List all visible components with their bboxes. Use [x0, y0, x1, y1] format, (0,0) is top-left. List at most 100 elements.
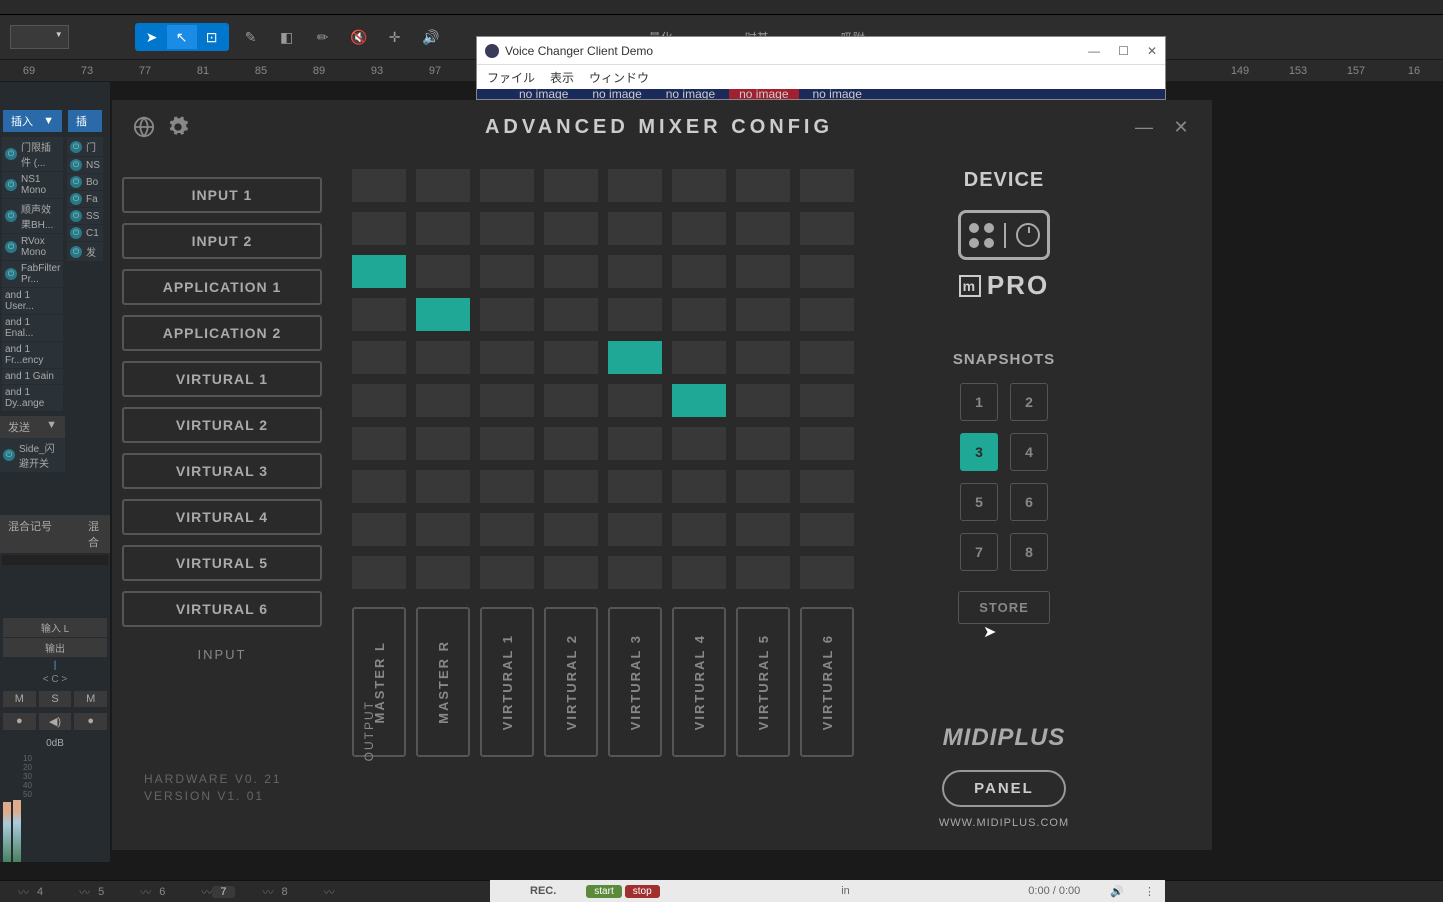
image-slot[interactable]: no image	[509, 89, 578, 99]
matrix-cell[interactable]	[352, 384, 406, 417]
matrix-cell[interactable]	[480, 470, 534, 503]
matrix-cell[interactable]	[800, 169, 854, 202]
record-button-b[interactable]: ●	[74, 713, 107, 730]
matrix-cell[interactable]	[480, 384, 534, 417]
close-icon[interactable]: ✕	[1170, 117, 1192, 138]
input-button[interactable]: VIRTURAL 1	[122, 361, 322, 397]
plugin-slot[interactable]: and 1 Enal...	[2, 315, 63, 341]
output-button[interactable]: VIRTURAL 3	[608, 607, 662, 757]
menu-view[interactable]: 表示	[550, 69, 574, 86]
matrix-cell[interactable]	[800, 341, 854, 374]
image-slot[interactable]: no image	[803, 89, 872, 99]
matrix-cell[interactable]	[416, 470, 470, 503]
send-slot[interactable]: ⏻Side_闪避开关	[0, 438, 65, 472]
output-button[interactable]: VIRTURAL 6	[800, 607, 854, 757]
matrix-cell[interactable]	[544, 255, 598, 288]
volume-icon[interactable]: 🔊	[1110, 885, 1124, 898]
matrix-cell[interactable]	[480, 298, 534, 331]
matrix-cell[interactable]	[352, 556, 406, 589]
matrix-cell[interactable]	[352, 212, 406, 245]
send-section[interactable]: 发送▼	[0, 416, 65, 438]
power-icon[interactable]: ⏻	[5, 241, 17, 253]
plugin-slot[interactable]: ⏻NS	[67, 157, 103, 173]
globe-icon[interactable]	[132, 115, 156, 139]
matrix-cell[interactable]	[352, 470, 406, 503]
plugin-slot[interactable]: ⏻Fa	[67, 191, 103, 207]
matrix-cell[interactable]	[352, 169, 406, 202]
matrix-cell[interactable]	[416, 255, 470, 288]
input-routing[interactable]: 输入 L	[3, 618, 107, 637]
matrix-cell[interactable]	[544, 427, 598, 460]
power-icon[interactable]: ⏻	[70, 176, 82, 188]
snapshot-button[interactable]: 8	[1010, 533, 1048, 571]
tool-dropdown[interactable]	[10, 25, 69, 49]
snapshot-button[interactable]: 1	[960, 383, 998, 421]
matrix-cell[interactable]	[736, 427, 790, 460]
matrix-cell[interactable]	[544, 384, 598, 417]
matrix-cell[interactable]	[672, 470, 726, 503]
mute-tool-icon[interactable]: 🔇	[345, 25, 373, 49]
split-tool-icon[interactable]: ✛	[381, 25, 409, 49]
matrix-cell[interactable]	[416, 513, 470, 546]
matrix-cell[interactable]	[672, 212, 726, 245]
matrix-cell[interactable]	[608, 470, 662, 503]
plugin-slot[interactable]: ⏻门限插件 (...	[2, 137, 63, 171]
matrix-cell[interactable]	[672, 384, 726, 417]
plugin-slot[interactable]: ⏻C1	[67, 225, 103, 241]
input-button[interactable]: VIRTURAL 3	[122, 453, 322, 489]
track-number-active[interactable]: 7	[212, 886, 234, 898]
matrix-cell[interactable]	[608, 384, 662, 417]
more-icon[interactable]: ⋮	[1144, 885, 1155, 898]
matrix-cell[interactable]	[736, 298, 790, 331]
record-button[interactable]: ●	[3, 713, 36, 730]
gear-icon[interactable]	[166, 115, 190, 139]
plugin-slot[interactable]: and 1 User...	[2, 288, 63, 314]
matrix-cell[interactable]	[416, 212, 470, 245]
track-number[interactable]: 8	[274, 886, 296, 898]
matrix-cell[interactable]	[672, 513, 726, 546]
power-icon[interactable]: ⏻	[70, 193, 82, 205]
close-button[interactable]: ✕	[1147, 44, 1157, 58]
matrix-cell[interactable]	[544, 298, 598, 331]
minimize-icon[interactable]: —	[1133, 117, 1155, 138]
matrix-cell[interactable]	[608, 212, 662, 245]
matrix-cell[interactable]	[352, 341, 406, 374]
matrix-cell[interactable]	[800, 470, 854, 503]
matrix-cell[interactable]	[352, 298, 406, 331]
matrix-cell[interactable]	[736, 556, 790, 589]
solo-button[interactable]: S	[39, 691, 72, 707]
matrix-cell[interactable]	[608, 513, 662, 546]
matrix-cell[interactable]	[608, 556, 662, 589]
window-titlebar[interactable]: Voice Changer Client Demo — ☐ ✕	[477, 37, 1165, 65]
output-button[interactable]: MASTER R	[416, 607, 470, 757]
pencil-tool-icon[interactable]: ✎	[237, 25, 265, 49]
matrix-cell[interactable]	[608, 169, 662, 202]
matrix-cell[interactable]	[672, 427, 726, 460]
pointer-tool-icon[interactable]: ↖	[167, 25, 197, 49]
matrix-cell[interactable]	[544, 212, 598, 245]
matrix-cell[interactable]	[608, 341, 662, 374]
output-button[interactable]: VIRTURAL 1	[480, 607, 534, 757]
matrix-cell[interactable]	[800, 384, 854, 417]
matrix-cell[interactable]	[736, 341, 790, 374]
matrix-cell[interactable]	[544, 513, 598, 546]
matrix-cell[interactable]	[352, 513, 406, 546]
matrix-cell[interactable]	[480, 427, 534, 460]
matrix-cell[interactable]	[480, 556, 534, 589]
matrix-cell[interactable]	[480, 513, 534, 546]
matrix-cell[interactable]	[736, 513, 790, 546]
matrix-cell[interactable]	[672, 298, 726, 331]
input-button[interactable]: APPLICATION 1	[122, 269, 322, 305]
matrix-cell[interactable]	[672, 255, 726, 288]
matrix-cell[interactable]	[416, 384, 470, 417]
snapshot-button[interactable]: 4	[1010, 433, 1048, 471]
power-icon[interactable]: ⏻	[70, 141, 82, 153]
marquee-tool-icon[interactable]: ⊡	[197, 25, 227, 49]
matrix-cell[interactable]	[800, 427, 854, 460]
plugin-slot[interactable]: ⏻门	[67, 137, 103, 156]
minimize-button[interactable]: —	[1088, 44, 1100, 58]
menu-file[interactable]: ファイル	[487, 69, 535, 86]
plugin-slot[interactable]: and 1 Gain	[2, 369, 63, 384]
snapshot-button[interactable]: 3	[960, 433, 998, 471]
power-icon[interactable]: ⏻	[70, 159, 82, 171]
